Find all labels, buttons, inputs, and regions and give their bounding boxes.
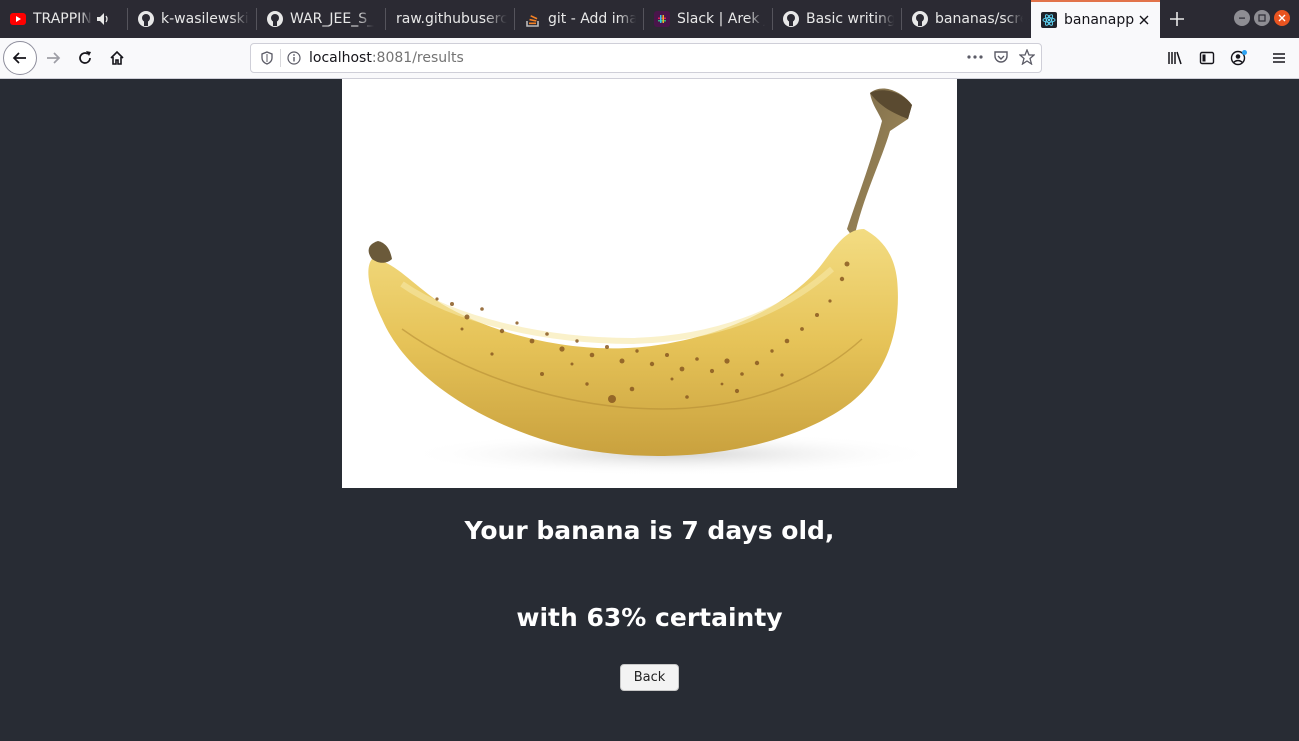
tab-slack[interactable]: Slack | Arek J bbox=[644, 0, 773, 38]
tab-raw-githubusercontent[interactable]: raw.githubuserc bbox=[386, 0, 515, 38]
arrow-left-icon bbox=[12, 52, 26, 64]
sidebar-icon bbox=[1199, 51, 1215, 65]
github-icon bbox=[783, 11, 799, 27]
result-age-text: Your banana is 7 days old, bbox=[464, 516, 835, 545]
tab-title: raw.githubuserc bbox=[396, 11, 507, 27]
tab-title: bananas/scre bbox=[935, 11, 1023, 27]
library-button[interactable] bbox=[1160, 43, 1190, 73]
navigation-bar: localhost:8081/results bbox=[0, 38, 1299, 79]
reload-button[interactable] bbox=[70, 43, 100, 73]
minimize-window-button[interactable] bbox=[1234, 10, 1250, 26]
tab-basic-writing[interactable]: Basic writing bbox=[773, 0, 902, 38]
speaker-icon[interactable] bbox=[96, 12, 110, 26]
github-icon bbox=[267, 11, 283, 27]
hamburger-menu-icon bbox=[1273, 53, 1285, 63]
bookmark-star-icon[interactable] bbox=[1019, 49, 1035, 65]
tab-war-jee[interactable]: WAR_JEE_S_ bbox=[257, 0, 386, 38]
tab-title: k-wasilewski bbox=[161, 11, 249, 27]
tab-strip: TRAPPIN k-wasilewski WAR_JEE_S_ raw.gith… bbox=[0, 0, 1299, 38]
tab-title: bananapp bbox=[1064, 12, 1135, 28]
result-certainty-text: with 63% certainty bbox=[516, 603, 783, 632]
forward-button[interactable] bbox=[38, 43, 68, 73]
tab-git-add-image[interactable]: git - Add ima bbox=[515, 0, 644, 38]
tab-bananapp[interactable]: bananapp bbox=[1031, 0, 1160, 38]
tab-title: Slack | Arek J bbox=[677, 11, 765, 27]
sidebar-button[interactable] bbox=[1192, 43, 1222, 73]
close-icon bbox=[1278, 14, 1286, 22]
tab-title: git - Add ima bbox=[548, 11, 636, 27]
maximize-icon bbox=[1258, 14, 1266, 22]
tab-bananas-screenshots[interactable]: bananas/scre bbox=[902, 0, 1031, 38]
url-host: localhost bbox=[309, 50, 372, 66]
page-content: Your banana is 7 days old, with 63% cert… bbox=[0, 79, 1299, 741]
tab-trappin[interactable]: TRAPPIN bbox=[0, 0, 128, 38]
reload-icon bbox=[79, 51, 91, 64]
back-link-button[interactable]: Back bbox=[620, 664, 679, 691]
url-text[interactable]: localhost:8081/results bbox=[309, 50, 464, 66]
arrow-right-icon bbox=[47, 52, 61, 64]
banana-image bbox=[342, 79, 957, 488]
back-button[interactable] bbox=[3, 41, 37, 75]
url-bar[interactable]: localhost:8081/results bbox=[250, 43, 1042, 73]
plus-icon bbox=[1170, 12, 1184, 26]
menu-button[interactable] bbox=[1264, 43, 1294, 73]
tab-title: WAR_JEE_S_ bbox=[290, 11, 375, 27]
tab-k-wasilewski[interactable]: k-wasilewski bbox=[128, 0, 257, 38]
site-info-icon[interactable] bbox=[285, 49, 303, 67]
url-path: :8081/results bbox=[371, 50, 464, 66]
account-icon bbox=[1230, 50, 1247, 66]
new-tab-button[interactable] bbox=[1160, 0, 1194, 38]
home-icon bbox=[110, 50, 124, 65]
slack-icon bbox=[654, 11, 670, 27]
pocket-icon[interactable] bbox=[993, 49, 1009, 65]
react-icon bbox=[1041, 12, 1057, 28]
github-icon bbox=[912, 11, 928, 27]
page-actions-icon[interactable] bbox=[967, 55, 983, 59]
account-button[interactable] bbox=[1224, 43, 1254, 73]
home-button[interactable] bbox=[102, 43, 132, 73]
minimize-icon bbox=[1239, 17, 1245, 19]
tab-title: Basic writing bbox=[806, 11, 894, 27]
stackoverflow-icon bbox=[525, 11, 541, 27]
tracking-protection-shield-icon[interactable] bbox=[258, 49, 276, 67]
library-icon bbox=[1168, 51, 1182, 65]
github-icon bbox=[138, 11, 154, 27]
maximize-window-button[interactable] bbox=[1254, 10, 1270, 26]
close-window-button[interactable] bbox=[1274, 10, 1290, 26]
close-tab-icon[interactable] bbox=[1136, 12, 1152, 28]
youtube-icon bbox=[10, 11, 26, 27]
tab-title: TRAPPIN bbox=[33, 11, 92, 27]
